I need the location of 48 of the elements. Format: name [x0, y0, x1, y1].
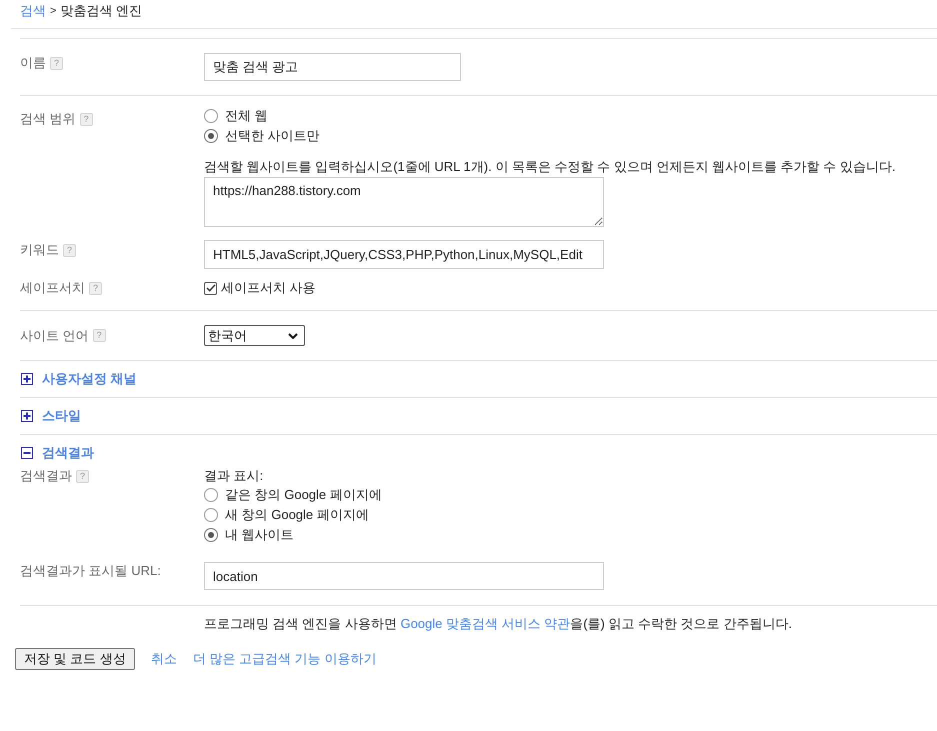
- caret-icon: [288, 332, 298, 338]
- radio-label[interactable]: 새 창의 Google 페이지에: [225, 506, 369, 524]
- panel-title[interactable]: 검색결과: [42, 444, 94, 462]
- minus-icon[interactable]: [21, 447, 33, 459]
- terms-link[interactable]: Google 맞춤검색 서비스 약관: [400, 616, 570, 631]
- terms-notice: 프로그래밍 검색 엔진을 사용하면 Google 맞춤검색 서비스 약관을(를) 읽고 수락한 것으로 간주됩니다.: [204, 615, 793, 633]
- help-icon[interactable]: ?: [50, 56, 63, 70]
- panel-title[interactable]: 스타일: [42, 407, 81, 425]
- radio-button[interactable]: [204, 109, 218, 123]
- results-caption: 결과 표시:: [204, 467, 264, 485]
- sites-hint: 검색할 웹사이트를 입력하십시오(1줄에 URL 1개). 이 목록은 수정할 수 있으며 언제든지 웹사이트를 추가할 수 있습니다.: [204, 158, 896, 176]
- help-icon[interactable]: ?: [89, 282, 102, 294]
- help-icon[interactable]: ?: [80, 112, 93, 126]
- field-label: 검색결과가 표시될 URL:: [20, 562, 161, 580]
- plus-icon[interactable]: [21, 373, 33, 385]
- breadcrumb-current: 맞춤검색 엔진: [60, 3, 142, 19]
- help-icon[interactable]: ?: [76, 470, 89, 482]
- field-label: 검색 범위: [20, 110, 76, 128]
- radio-label[interactable]: 같은 창의 Google 페이지에: [225, 486, 382, 504]
- radio-button[interactable]: [204, 488, 218, 502]
- language-select[interactable]: 한국어: [204, 325, 305, 346]
- footer-link[interactable]: 더 많은 고급검색 기능 이용하기: [192, 650, 376, 668]
- radio-label[interactable]: 전체 웹: [225, 107, 268, 125]
- field-label: 사이트 언어: [20, 327, 89, 345]
- checkbox[interactable]: [204, 282, 217, 294]
- radio-button[interactable]: [204, 508, 218, 522]
- keyword-input[interactable]: HTML5,JavaScript,JQuery,CSS3,PHP,Python,Linux,MySQL,Edit: [204, 240, 604, 269]
- field-label: 세이프서치: [20, 279, 85, 297]
- help-icon[interactable]: ?: [63, 244, 76, 256]
- save-button[interactable]: 저장 및 코드 생성: [15, 648, 135, 670]
- checkmark-icon: [206, 284, 216, 292]
- url-input[interactable]: location: [204, 562, 604, 590]
- panel-title[interactable]: 사용자설정 채널: [42, 370, 137, 388]
- checkbox-label[interactable]: 세이프서치 사용: [221, 279, 316, 297]
- radio-button[interactable]: [204, 129, 218, 143]
- radio-label[interactable]: 내 웹사이트: [225, 526, 294, 544]
- radio-button[interactable]: [204, 528, 218, 542]
- breadcrumb-link[interactable]: 검색: [20, 3, 46, 19]
- sites-textarea[interactable]: https://han288.tistory.com: [204, 177, 604, 227]
- name-input[interactable]: 맞춤 검색 광고: [204, 53, 461, 81]
- field-label: 이름: [20, 54, 46, 72]
- field-label: 키워드: [20, 241, 59, 259]
- breadcrumb-separator: >: [50, 4, 56, 19]
- help-icon[interactable]: ?: [92, 329, 106, 342]
- footer-link[interactable]: 취소: [150, 650, 177, 668]
- radio-label[interactable]: 선택한 사이트만: [225, 127, 320, 145]
- plus-icon[interactable]: [21, 410, 33, 422]
- field-label: 검색결과: [20, 467, 72, 485]
